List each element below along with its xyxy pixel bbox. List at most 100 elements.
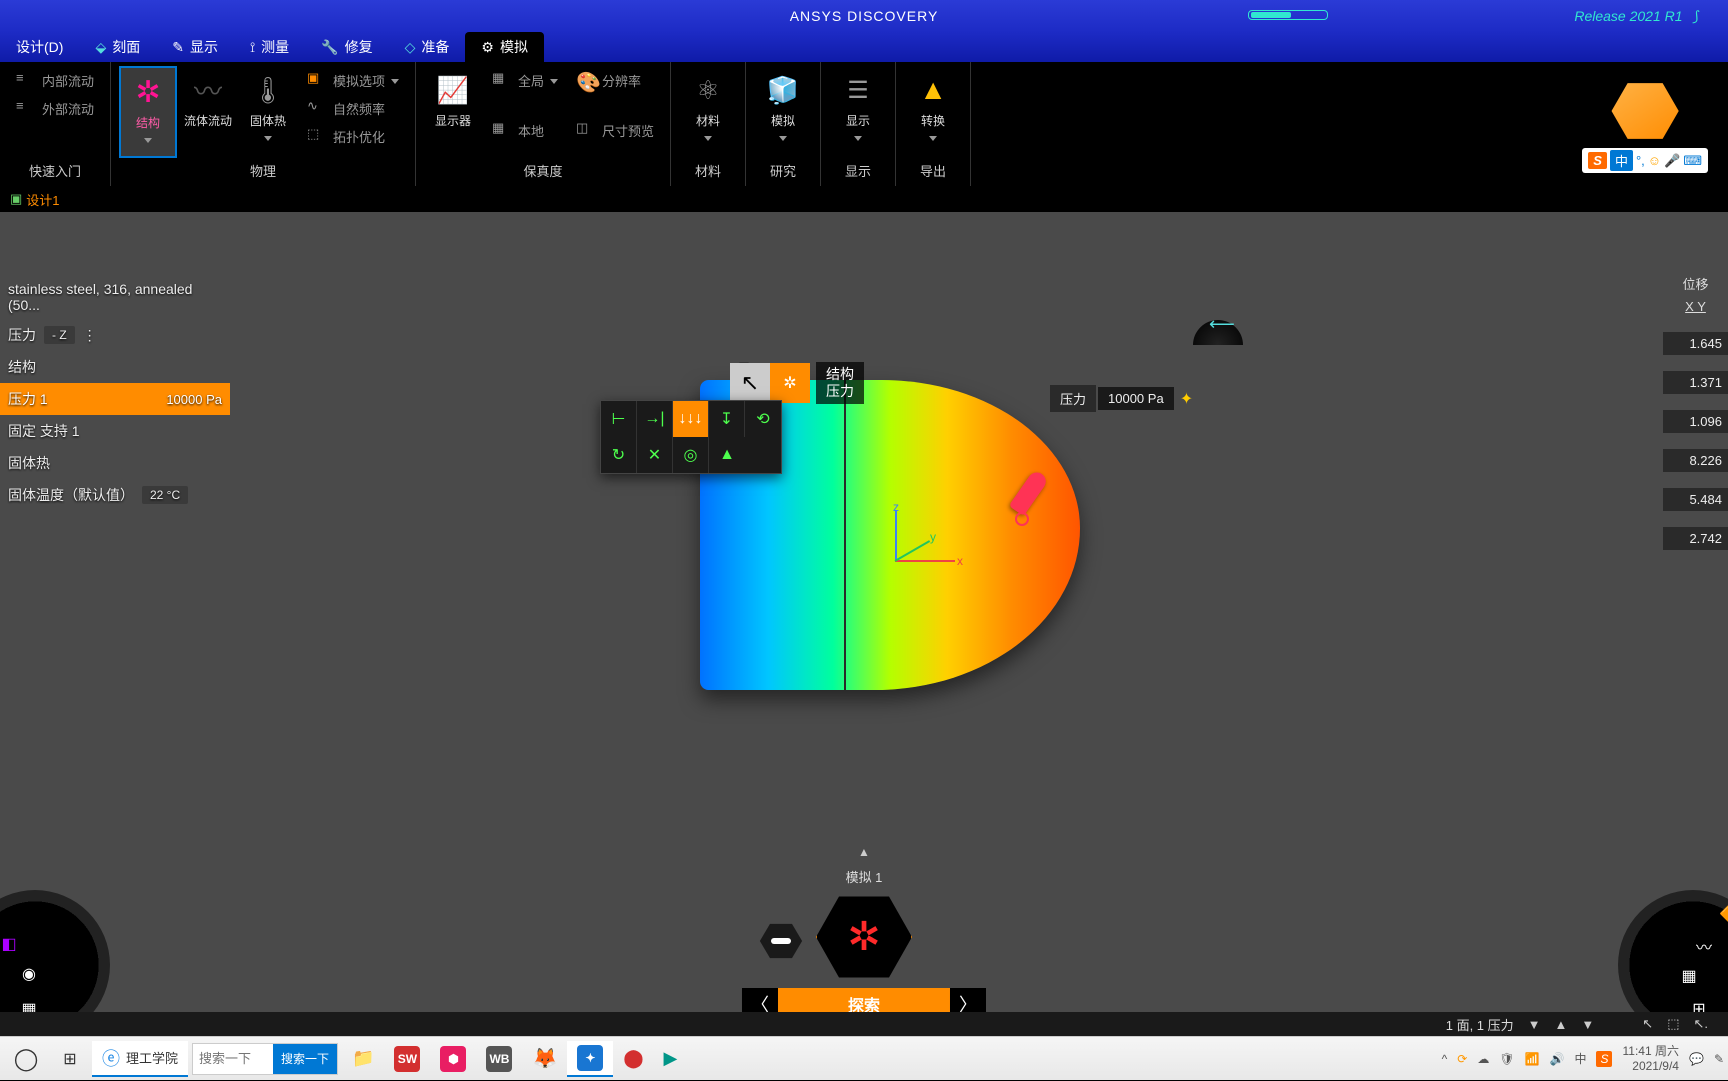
task-media[interactable]: ▶ (654, 1041, 688, 1077)
tree-body-temp[interactable]: 固体温度（默认值）22 °C (0, 479, 230, 511)
ctx-btn-bolt[interactable]: ▲ (709, 437, 745, 473)
tab-simulate[interactable]: ⚙模拟 (465, 32, 544, 62)
simulation-name[interactable]: 模拟 1 (846, 867, 883, 886)
cursor-box-icon[interactable]: ⬚ (1667, 1016, 1679, 1032)
wheel-axis-icon[interactable]: x (0, 985, 6, 1013)
task-view-button[interactable]: ⊞ (48, 1037, 92, 1081)
btn-size-preview[interactable]: ◫尺寸预览 (568, 116, 662, 144)
btn-solid-heat[interactable]: 🌡 固体热 (239, 66, 297, 158)
search-button[interactable]: 搜索一下 (273, 1044, 337, 1074)
btn-topo-opt[interactable]: ⬚拓扑优化 (299, 122, 407, 150)
status-down-icon[interactable]: ▼ (1528, 1017, 1541, 1032)
task-ie[interactable]: ⓔ 理工学院 (92, 1041, 188, 1077)
direction-icon[interactable]: ✦ (1180, 389, 1193, 409)
btn-simulate[interactable]: 🧊 模拟 (754, 66, 812, 158)
wheel-target-icon[interactable]: ◎ (1722, 965, 1728, 993)
group-label-material: 材料 (679, 159, 737, 182)
tree-structure[interactable]: 结构 (0, 351, 230, 383)
tab-measure[interactable]: ⟟测量 (234, 32, 305, 62)
btn-fluid-flow[interactable]: 〰 流体流动 (179, 66, 237, 158)
tray-cloud-icon[interactable]: ☁ (1477, 1052, 1489, 1066)
ctx-btn-remote[interactable]: ↻ (601, 437, 637, 473)
wheel-layers-icon[interactable]: 🔶 (1715, 900, 1728, 928)
compass-arrow-icon: ⟵ (1209, 314, 1235, 335)
search-input[interactable] (193, 1051, 273, 1066)
task-app1[interactable]: ⬢ (430, 1041, 476, 1077)
tree-material[interactable]: stainless steel, 316, annealed (50... (0, 275, 230, 319)
tree-fixed-support[interactable]: 固定 支持 1 (0, 415, 230, 447)
btn-sim-options[interactable]: ▣模拟选项 (299, 66, 407, 94)
ctx-btn-fixed[interactable]: ⊢ (601, 401, 637, 437)
btn-convert[interactable]: ▲ 转换 (904, 66, 962, 158)
discovery-logo-icon[interactable] (1610, 80, 1680, 142)
tree-body-heat[interactable]: 固体热 (0, 447, 230, 479)
task-record[interactable]: ⬤ (613, 1041, 653, 1077)
btn-monitor[interactable]: 📈 显示器 (424, 66, 482, 158)
btn-internal-flow[interactable]: ≡内部流动 (8, 66, 102, 94)
task-workbench[interactable]: WB (476, 1041, 522, 1077)
btn-global[interactable]: ▦全局 (484, 66, 566, 94)
task-explorer[interactable]: 📁 (342, 1041, 384, 1077)
tray-wifi-icon[interactable]: 📶 (1525, 1052, 1540, 1066)
document-tabs: ▣ 设计1 (0, 186, 1728, 212)
btn-natural-freq[interactable]: ∿自然频率 (299, 94, 407, 122)
wheel-wave-icon[interactable]: 〰 (1690, 932, 1718, 960)
tray-lang-icon[interactable]: 中 (1574, 1050, 1586, 1067)
view-compass[interactable]: ⟵ (1193, 320, 1243, 370)
pressure-callout[interactable]: 压力 10000 Pa ✦ (1050, 385, 1193, 412)
ime-lang: 中 (1610, 150, 1633, 171)
ctx-btn-displacement[interactable]: ↧ (709, 401, 745, 437)
task-discovery[interactable]: ✦ (567, 1041, 613, 1077)
tray-clock[interactable]: 11:41 周六 2021/9/4 (1622, 1044, 1679, 1073)
btn-resolution[interactable]: 🎨分辨率 (568, 66, 662, 94)
wheel-reel-icon[interactable]: ◉ (15, 960, 43, 988)
tree-force[interactable]: 压力- Z⋮ (0, 319, 230, 351)
wheel-spark-icon[interactable]: ✦ (0, 900, 8, 928)
task-solidworks[interactable]: SW (384, 1041, 430, 1077)
ctx-btn-moment[interactable]: ⟲ (745, 401, 781, 437)
tray-notifications-icon[interactable]: 💬 (1689, 1052, 1704, 1066)
doc-tab-design1[interactable]: ▣ 设计1 (10, 190, 60, 209)
tab-display[interactable]: ✎显示 (156, 32, 234, 62)
btn-material[interactable]: ⚛ 材料 (679, 66, 737, 158)
tray-pen-icon[interactable]: ✎ (1714, 1052, 1724, 1066)
tray-volume-icon[interactable]: 🔊 (1550, 1052, 1565, 1066)
status-up-icon[interactable]: ▲ (1555, 1017, 1568, 1032)
tray-sogou-icon[interactable]: S (1596, 1051, 1612, 1067)
tab-profile[interactable]: ⬙刻面 (79, 32, 156, 62)
cursor-lasso-icon[interactable]: ↖. (1693, 1016, 1708, 1032)
legend-title: 位移 (1663, 270, 1728, 297)
ctx-btn-hinge[interactable]: ✕ (637, 437, 673, 473)
btn-local[interactable]: ▦本地 (484, 116, 566, 144)
ribbon: ≡内部流动 ≡外部流动 快速入门 ✲ 结构 〰 流体流动 🌡 固体热 ▣模拟选项 (0, 62, 1728, 186)
btn-show[interactable]: ☰ 显示 (829, 66, 887, 158)
tree-pressure1[interactable]: 压力 110000 Pa (0, 383, 230, 415)
status-down2-icon[interactable]: ▼ (1581, 1017, 1594, 1032)
structure-icon[interactable]: ✲ (770, 363, 810, 403)
ctx-btn-pressure[interactable]: ↓↓↓ (673, 401, 709, 437)
more-icon[interactable]: ⋮ (83, 327, 97, 344)
ctx-btn-bearing[interactable]: ◎ (673, 437, 709, 473)
wheel-mesh-icon[interactable]: ▦ (1675, 962, 1703, 990)
legend-axis[interactable]: X Y (1663, 297, 1728, 316)
btn-structure[interactable]: ✲ 结构 (119, 66, 177, 158)
cursor-select-icon[interactable]: ↖ (1642, 1016, 1653, 1032)
tab-repair[interactable]: 🔧修复 (305, 32, 388, 62)
taskbar-search[interactable]: 搜索一下 (192, 1043, 338, 1075)
folder-icon: 📁 (352, 1048, 374, 1069)
stage-solve-button[interactable]: ✲ (814, 892, 914, 982)
stage-minimize[interactable] (759, 922, 803, 960)
btn-external-flow[interactable]: ≡外部流动 (8, 94, 102, 122)
wheel-cube-icon[interactable]: ◧ (0, 930, 23, 958)
chevron-up-icon[interactable]: ▲ (858, 845, 870, 859)
probe-marker-icon[interactable] (1020, 470, 1060, 530)
tray-sync-icon[interactable]: ⟳ (1457, 1052, 1467, 1066)
tab-prepare[interactable]: ◇准备 (389, 32, 466, 62)
ime-indicator[interactable]: S 中 °, ☺ 🎤 ⌨ (1582, 148, 1708, 173)
task-firefox[interactable]: 🦊 (522, 1041, 567, 1077)
ctx-btn-force[interactable]: →| (637, 401, 673, 437)
tray-security-icon[interactable]: 🛡 (1499, 1052, 1514, 1066)
tab-design[interactable]: 设计(D) (0, 32, 79, 62)
tray-up-icon[interactable]: ^ (1442, 1052, 1448, 1066)
start-button[interactable]: ◯ (4, 1037, 48, 1081)
